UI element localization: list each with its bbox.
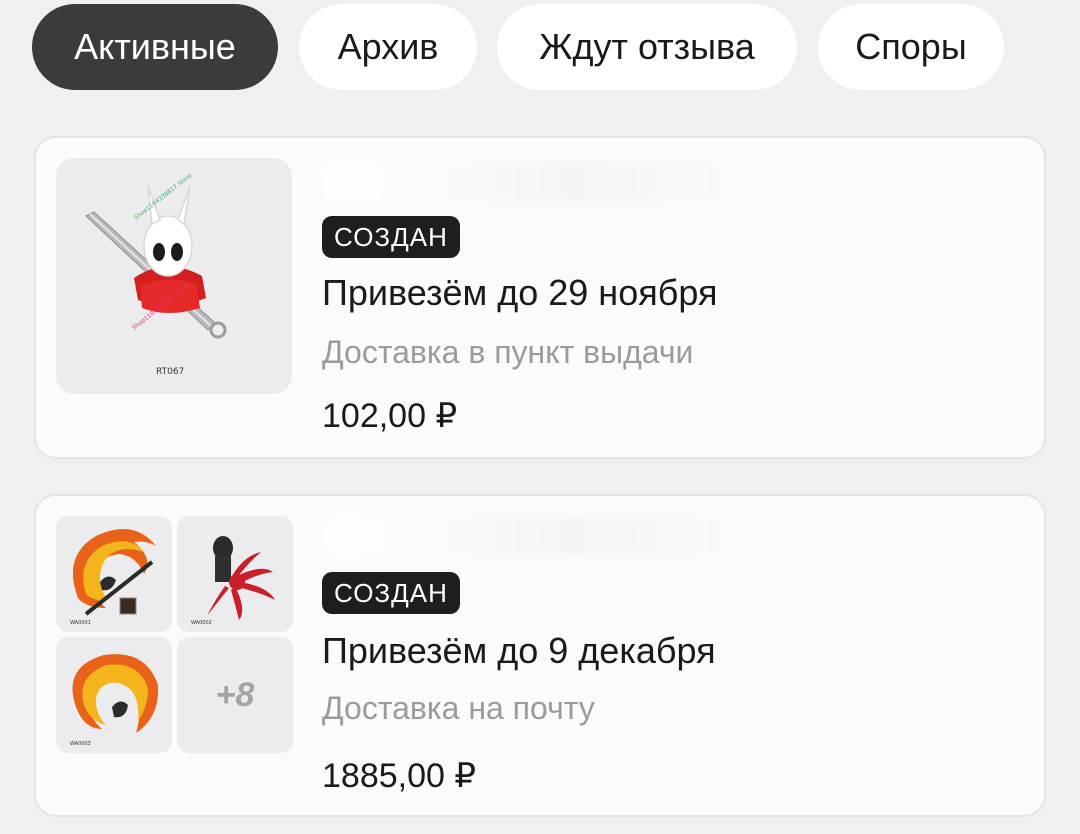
seller-name-blurred xyxy=(322,162,742,202)
seller-name-blurred xyxy=(322,516,742,556)
svg-text:WA0003: WA0003 xyxy=(70,741,91,747)
delivery-date: Привезём до 29 ноября xyxy=(322,272,718,313)
status-badge: СОЗДАН xyxy=(322,216,460,258)
svg-text:WA0002: WA0002 xyxy=(191,620,212,626)
product-thumbnail[interactable]: Shop1104338817 Store Shop1104338817 Stor… xyxy=(56,158,292,394)
tab-archive[interactable]: Архив xyxy=(299,4,477,90)
order-card[interactable]: Shop1104338817 Store Shop1104338817 Stor… xyxy=(34,136,1046,459)
order-price: 1885,00 ₽ xyxy=(322,757,476,795)
order-card[interactable]: WA0001 WA0002 WA0003 +8 СОЗДАН Привезём … xyxy=(34,494,1046,817)
more-items-count: +8 xyxy=(215,675,255,714)
tab-awaiting-review[interactable]: Ждут отзыва xyxy=(497,4,797,90)
tab-disputes[interactable]: Споры xyxy=(818,4,1004,90)
svg-text:RT067: RT067 xyxy=(156,367,184,377)
flame-sword-figure-icon: WA0001 xyxy=(70,528,156,626)
delivery-method: Доставка в пункт выдачи xyxy=(322,334,694,370)
flame-ring-figure-icon: WA0003 xyxy=(70,654,159,747)
order-price: 102,00 ₽ xyxy=(322,397,458,435)
hornet-figure-icon: Shop1104338817 Store Shop1104338817 Stor… xyxy=(85,172,227,377)
product-thumbnail[interactable]: WA0002 xyxy=(177,516,293,632)
svg-text:WA0001: WA0001 xyxy=(70,620,91,626)
more-items-tile[interactable]: +8 xyxy=(177,637,293,753)
tab-active[interactable]: Активные xyxy=(32,4,278,90)
product-thumbnail[interactable]: WA0003 xyxy=(56,637,172,753)
order-status-tabs: Активные Архив Ждут отзыва Споры xyxy=(0,0,1080,110)
delivery-method: Доставка на почту xyxy=(322,690,595,726)
status-badge: СОЗДАН xyxy=(322,572,460,614)
product-thumbnail[interactable]: WA0001 xyxy=(56,516,172,632)
tentacle-figure-icon: WA0002 xyxy=(191,536,275,626)
delivery-date: Привезём до 9 декабря xyxy=(322,630,716,671)
product-thumbnail-grid[interactable]: WA0001 WA0002 WA0003 +8 xyxy=(56,516,294,754)
